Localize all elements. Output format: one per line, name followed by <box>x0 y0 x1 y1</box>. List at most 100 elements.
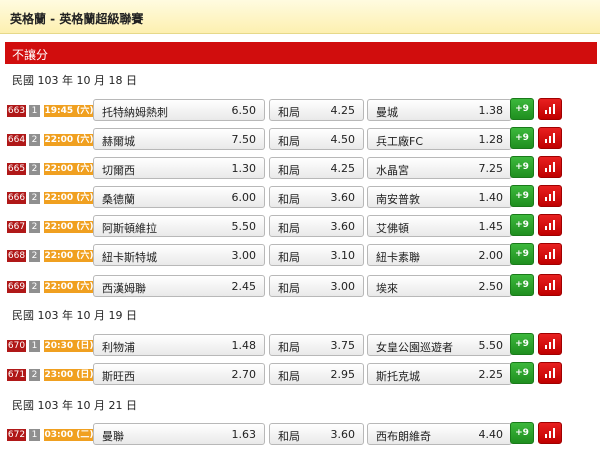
match-number-badge: 1 <box>29 429 40 441</box>
page-title: 英格蘭 - 英格蘭超級聯賽 <box>10 12 144 26</box>
match-time-badge: 19:45 (六) <box>44 105 94 117</box>
match-time-badge: 23:00 (日) <box>44 369 94 381</box>
draw-odds-button[interactable]: 和局 4.25 <box>269 99 364 121</box>
home-odds-button[interactable]: 切爾西 1.30 <box>93 157 265 179</box>
more-bets-button[interactable]: +9 <box>510 243 534 265</box>
away-odds-button[interactable]: 艾佛頓 1.45 <box>367 215 512 237</box>
stats-button[interactable] <box>538 333 562 355</box>
draw-odds-value: 4.50 <box>330 133 356 146</box>
home-odds-button[interactable]: 西漢姆聯 2.45 <box>93 275 265 297</box>
away-odds-button[interactable]: 埃來 2.50 <box>367 275 512 297</box>
date-label: 民國 103 年 10 月 18 日 <box>12 74 137 87</box>
away-team-name: 艾佛頓 <box>376 222 409 235</box>
away-odds-button[interactable]: 斯托克城 2.25 <box>367 363 512 385</box>
bar-chart-icon <box>545 104 555 114</box>
match-row: 672 1 03:00 (二) 曼聯 1.63 和局 3.60 西布朗維奇 4.40 +9 <box>7 422 562 445</box>
draw-label: 和局 <box>278 251 300 264</box>
home-odds-value: 6.50 <box>231 104 257 117</box>
away-odds-value: 1.28 <box>478 133 504 146</box>
draw-label: 和局 <box>278 370 300 383</box>
draw-odds-button[interactable]: 和局 3.75 <box>269 334 364 356</box>
home-odds-button[interactable]: 托特納姆熱刺 6.50 <box>93 99 265 121</box>
match-row: 663 1 19:45 (六) 托特納姆熱刺 6.50 和局 4.25 曼城 1.38 +9 <box>7 98 562 121</box>
stats-button[interactable] <box>538 274 562 296</box>
home-odds-button[interactable]: 桑德蘭 6.00 <box>93 186 265 208</box>
away-odds-button[interactable]: 西布朗維奇 4.40 <box>367 423 512 445</box>
stats-button[interactable] <box>538 156 562 178</box>
match-row: 671 2 23:00 (日) 斯旺西 2.70 和局 2.95 斯托克城 2.25 +9 <box>7 362 562 385</box>
more-bets-button[interactable]: +9 <box>510 185 534 207</box>
bar-chart-icon <box>545 191 555 201</box>
stats-button[interactable] <box>538 214 562 236</box>
away-odds-value: 2.00 <box>478 249 504 262</box>
away-odds-button[interactable]: 曼城 1.38 <box>367 99 512 121</box>
stats-button[interactable] <box>538 362 562 384</box>
draw-odds-value: 3.00 <box>330 280 356 293</box>
away-odds-button[interactable]: 女皇公園巡遊者 5.50 <box>367 334 512 356</box>
stats-button[interactable] <box>538 422 562 444</box>
stats-button[interactable] <box>538 127 562 149</box>
match-number-badge: 2 <box>29 369 40 381</box>
away-team-name: 斯托克城 <box>376 370 420 383</box>
home-odds-button[interactable]: 阿斯頓維拉 5.50 <box>93 215 265 237</box>
home-odds-value: 6.00 <box>231 191 257 204</box>
bar-chart-icon <box>545 339 555 349</box>
away-odds-button[interactable]: 兵工廠FC 1.28 <box>367 128 512 150</box>
more-bets-button[interactable]: +9 <box>510 98 534 120</box>
away-team-name: 曼城 <box>376 106 398 119</box>
away-odds-value: 2.50 <box>478 280 504 293</box>
draw-label: 和局 <box>278 341 300 354</box>
draw-odds-button[interactable]: 和局 3.60 <box>269 215 364 237</box>
match-row: 670 1 20:30 (日) 利物浦 1.48 和局 3.75 女皇公園巡遊者 5.50 +9 <box>7 333 562 356</box>
match-row: 669 2 22:00 (六) 西漢姆聯 2.45 和局 3.00 埃來 2.50 +9 <box>7 274 562 297</box>
away-team-name: 南安普敦 <box>376 193 420 206</box>
draw-odds-button[interactable]: 和局 4.25 <box>269 157 364 179</box>
more-bets-button[interactable]: +9 <box>510 333 534 355</box>
draw-odds-button[interactable]: 和局 2.95 <box>269 363 364 385</box>
draw-odds-value: 3.60 <box>330 220 356 233</box>
stats-button[interactable] <box>538 185 562 207</box>
home-team-name: 阿斯頓維拉 <box>102 222 157 235</box>
away-team-name: 女皇公園巡遊者 <box>376 341 453 354</box>
match-time-badge: 22:00 (六) <box>44 250 94 262</box>
away-odds-button[interactable]: 南安普敦 1.40 <box>367 186 512 208</box>
more-bets-button[interactable]: +9 <box>510 362 534 384</box>
home-odds-button[interactable]: 紐卡斯特城 3.00 <box>93 244 265 266</box>
match-row: 664 2 22:00 (六) 赫爾城 7.50 和局 4.50 兵工廠FC 1.28 +9 <box>7 127 562 150</box>
date-label: 民國 103 年 10 月 21 日 <box>12 399 137 412</box>
draw-label: 和局 <box>278 193 300 206</box>
home-odds-button[interactable]: 利物浦 1.48 <box>93 334 265 356</box>
home-odds-button[interactable]: 斯旺西 2.70 <box>93 363 265 385</box>
more-bets-button[interactable]: +9 <box>510 214 534 236</box>
home-odds-button[interactable]: 赫爾城 7.50 <box>93 128 265 150</box>
more-bets-button[interactable]: +9 <box>510 422 534 444</box>
home-team-name: 桑德蘭 <box>102 193 135 206</box>
home-team-name: 赫爾城 <box>102 135 135 148</box>
match-id-badge: 668 <box>7 250 26 262</box>
draw-odds-value: 3.60 <box>330 191 356 204</box>
draw-odds-button[interactable]: 和局 3.60 <box>269 186 364 208</box>
draw-odds-button[interactable]: 和局 4.50 <box>269 128 364 150</box>
draw-odds-button[interactable]: 和局 3.10 <box>269 244 364 266</box>
bar-chart-icon <box>545 280 555 290</box>
away-odds-button[interactable]: 水晶宮 7.25 <box>367 157 512 179</box>
more-bets-button[interactable]: +9 <box>510 156 534 178</box>
stats-button[interactable] <box>538 243 562 265</box>
draw-odds-button[interactable]: 和局 3.00 <box>269 275 364 297</box>
home-odds-value: 1.48 <box>231 339 257 352</box>
page-header: 英格蘭 - 英格蘭超級聯賽 <box>0 0 600 34</box>
stats-button[interactable] <box>538 98 562 120</box>
draw-odds-button[interactable]: 和局 3.60 <box>269 423 364 445</box>
match-time-badge: 22:00 (六) <box>44 134 94 146</box>
bar-chart-icon <box>545 428 555 438</box>
away-odds-value: 5.50 <box>478 339 504 352</box>
away-odds-button[interactable]: 紐卡素聯 2.00 <box>367 244 512 266</box>
more-bets-button[interactable]: +9 <box>510 127 534 149</box>
draw-odds-value: 3.10 <box>330 249 356 262</box>
match-row: 666 2 22:00 (六) 桑德蘭 6.00 和局 3.60 南安普敦 1.40 +9 <box>7 185 562 208</box>
more-bets-button[interactable]: +9 <box>510 274 534 296</box>
home-odds-button[interactable]: 曼聯 1.63 <box>93 423 265 445</box>
bar-chart-icon <box>545 133 555 143</box>
home-team-name: 利物浦 <box>102 341 135 354</box>
home-team-name: 托特納姆熱刺 <box>102 106 168 119</box>
